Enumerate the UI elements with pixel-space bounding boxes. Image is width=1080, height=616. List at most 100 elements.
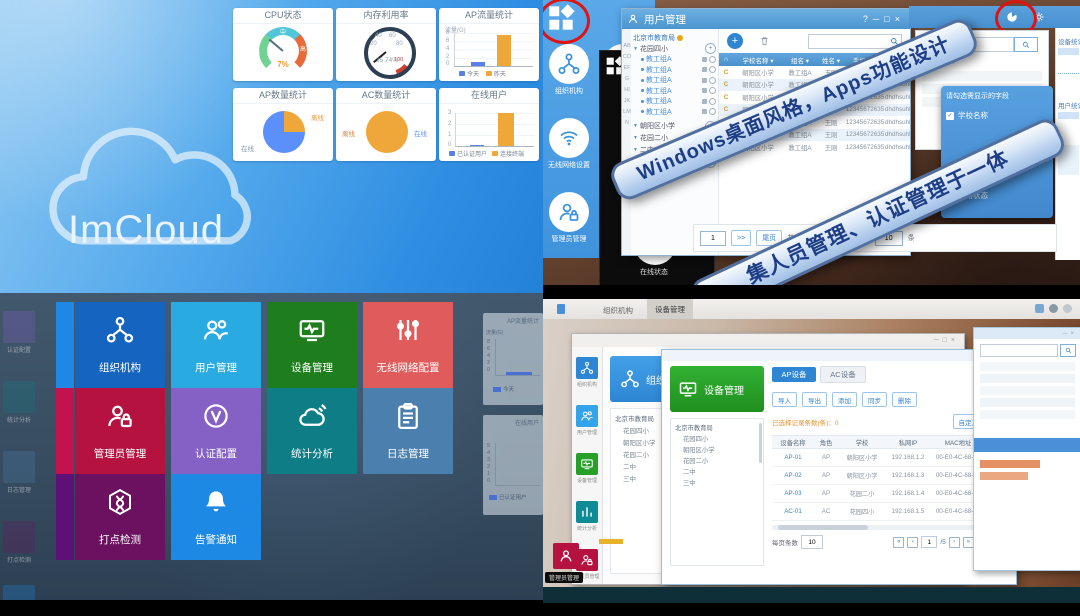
edit-icon[interactable] (702, 78, 707, 83)
tree-child[interactable]: 教工组A (633, 75, 716, 86)
sidebar-item-devices[interactable] (576, 453, 598, 475)
next-pages-button[interactable]: >> (731, 230, 751, 246)
tree-child[interactable]: 教工组A (633, 65, 716, 76)
sidebar-item-users[interactable] (576, 405, 598, 427)
delete-icon[interactable] (709, 87, 716, 94)
edit-icon[interactable] (702, 88, 707, 93)
app-icon-wifi[interactable] (549, 118, 589, 158)
sidebar-item-admin[interactable] (576, 549, 598, 571)
search-input[interactable] (980, 344, 1058, 357)
page-input[interactable] (700, 231, 726, 246)
tile-organization[interactable]: 组织机构 (75, 302, 165, 388)
tree-item[interactable]: 北京市教育局 (675, 423, 759, 434)
col-ip[interactable]: 私网IP (886, 438, 930, 447)
close-button[interactable]: × (951, 337, 959, 344)
search-input[interactable] (808, 34, 902, 49)
minimize-button[interactable]: ─ (934, 337, 943, 344)
delete-icon[interactable] (709, 108, 716, 115)
settings-toolbar-icon[interactable] (1049, 304, 1058, 313)
delete-icon[interactable] (709, 98, 716, 105)
add-user-button[interactable]: + (727, 33, 743, 49)
device-module-card[interactable]: 设备管理 (670, 366, 764, 412)
tree-child[interactable]: 教工组A (633, 107, 716, 118)
col-name[interactable]: 姓名 ▾ (817, 55, 845, 65)
tree-item[interactable]: 朝阳区小学 (675, 445, 759, 456)
col-group[interactable]: 组名 ▾ (783, 55, 817, 65)
window-titlebar[interactable]: ─□× (662, 350, 1016, 361)
tile-statistics[interactable]: 统计分析 (267, 388, 357, 474)
col-role[interactable]: 角色 (814, 438, 838, 447)
edit-icon[interactable] (702, 99, 707, 104)
add-group-button[interactable]: + (705, 43, 716, 54)
tree-root[interactable]: 北京市教育局 (633, 32, 716, 43)
search-button[interactable] (1060, 344, 1076, 357)
close-button[interactable]: × (1070, 331, 1077, 337)
tile-device-management[interactable]: 设备管理 (267, 302, 357, 388)
tree-group[interactable]: ▼花园四小+ (633, 43, 716, 54)
edit-icon[interactable] (702, 57, 707, 62)
tab-organization[interactable]: 组织机构 (603, 305, 633, 316)
select-all-checkbox[interactable]: ∩ (719, 56, 733, 63)
minimize-button[interactable]: ─ (873, 14, 884, 24)
col-device-name[interactable]: 设备名称 (772, 438, 814, 447)
tab-ap-devices[interactable]: AP设备 (772, 367, 816, 382)
delete-users-icon[interactable] (759, 35, 770, 47)
tile-log-management[interactable]: 日志管理 (363, 388, 453, 474)
power-toolbar-icon[interactable] (1063, 304, 1072, 313)
delete-icon[interactable] (709, 66, 716, 73)
window-titlebar[interactable]: ─× (974, 328, 1080, 339)
help-button[interactable]: ? (863, 14, 873, 24)
next-page-button[interactable]: › (949, 537, 960, 548)
maximize-button[interactable]: □ (884, 14, 894, 24)
tab-device-management[interactable]: 设备管理 (647, 299, 693, 319)
prev-page-button[interactable]: ‹ (907, 537, 918, 548)
page-input[interactable] (921, 536, 937, 548)
tile-probe-detection[interactable]: 打点检测 (75, 474, 165, 560)
delete-icon[interactable] (709, 77, 716, 84)
per-page-input[interactable] (801, 535, 823, 549)
delete-button[interactable]: 删除 (892, 392, 917, 407)
tree-child[interactable]: 教工组A (633, 54, 716, 65)
sync-button[interactable]: 同步 (862, 392, 887, 407)
window-controls[interactable]: ?─□× (863, 14, 905, 24)
tile-wireless-config[interactable]: 无线网络配置 (363, 302, 453, 388)
window-titlebar[interactable]: 用户管理 ?─□× (622, 9, 910, 29)
import-button[interactable]: 导入 (772, 392, 797, 407)
tile-alarm-notice[interactable]: 告警通知 (171, 474, 261, 560)
tile-admin-management[interactable]: 管理员管理 (75, 388, 165, 474)
col-school[interactable]: 学校名称 ▾ (733, 55, 783, 65)
query-button[interactable] (1014, 37, 1038, 52)
first-page-button[interactable]: « (893, 537, 904, 548)
export-button[interactable]: 导出 (802, 392, 827, 407)
edit-icon[interactable] (702, 67, 707, 72)
tree-scrollbar[interactable] (759, 423, 762, 463)
desktop-icon-admin[interactable] (553, 543, 579, 569)
tree-item[interactable]: 二中 (675, 467, 759, 478)
close-button[interactable]: × (895, 14, 905, 24)
field-checkbox-row[interactable]: ✓学校名称 (946, 110, 1048, 121)
app-icon-admin[interactable] (549, 192, 589, 232)
checkbox-checked[interactable]: ✓ (946, 112, 954, 120)
app-icon-org[interactable] (549, 44, 589, 84)
maximize-button[interactable]: □ (943, 337, 951, 344)
tree-item[interactable]: 花园四小 (675, 434, 759, 445)
delete-icon[interactable] (709, 56, 716, 63)
edit-icon[interactable] (702, 109, 707, 114)
sidebar-item-stats[interactable] (576, 501, 598, 523)
tab-ac-devices[interactable]: AC设备 (820, 366, 866, 383)
sidebar-item-org[interactable] (576, 357, 598, 379)
tile-auth-config[interactable]: 认证配置 (171, 388, 261, 474)
tree-child[interactable]: 教工组A (633, 86, 716, 97)
tree-item[interactable]: 三中 (675, 478, 759, 489)
horizontal-scrollbar[interactable] (772, 525, 992, 530)
scrollbar-thumb[interactable] (778, 525, 868, 530)
add-button[interactable]: 添加 (832, 392, 857, 407)
alphabet-index[interactable]: ABCDEFGHIJKLMN (622, 29, 631, 255)
tree-item[interactable]: 花园二小 (675, 456, 759, 467)
chart-toolbar-icon[interactable] (1035, 304, 1044, 313)
col-school[interactable]: 学校 (838, 438, 886, 447)
tile-user-management[interactable]: 用户管理 (171, 302, 261, 388)
window-titlebar[interactable]: ─□× (572, 334, 964, 347)
tree-child[interactable]: 教工组A (633, 96, 716, 107)
taskbar[interactable] (543, 587, 1080, 603)
